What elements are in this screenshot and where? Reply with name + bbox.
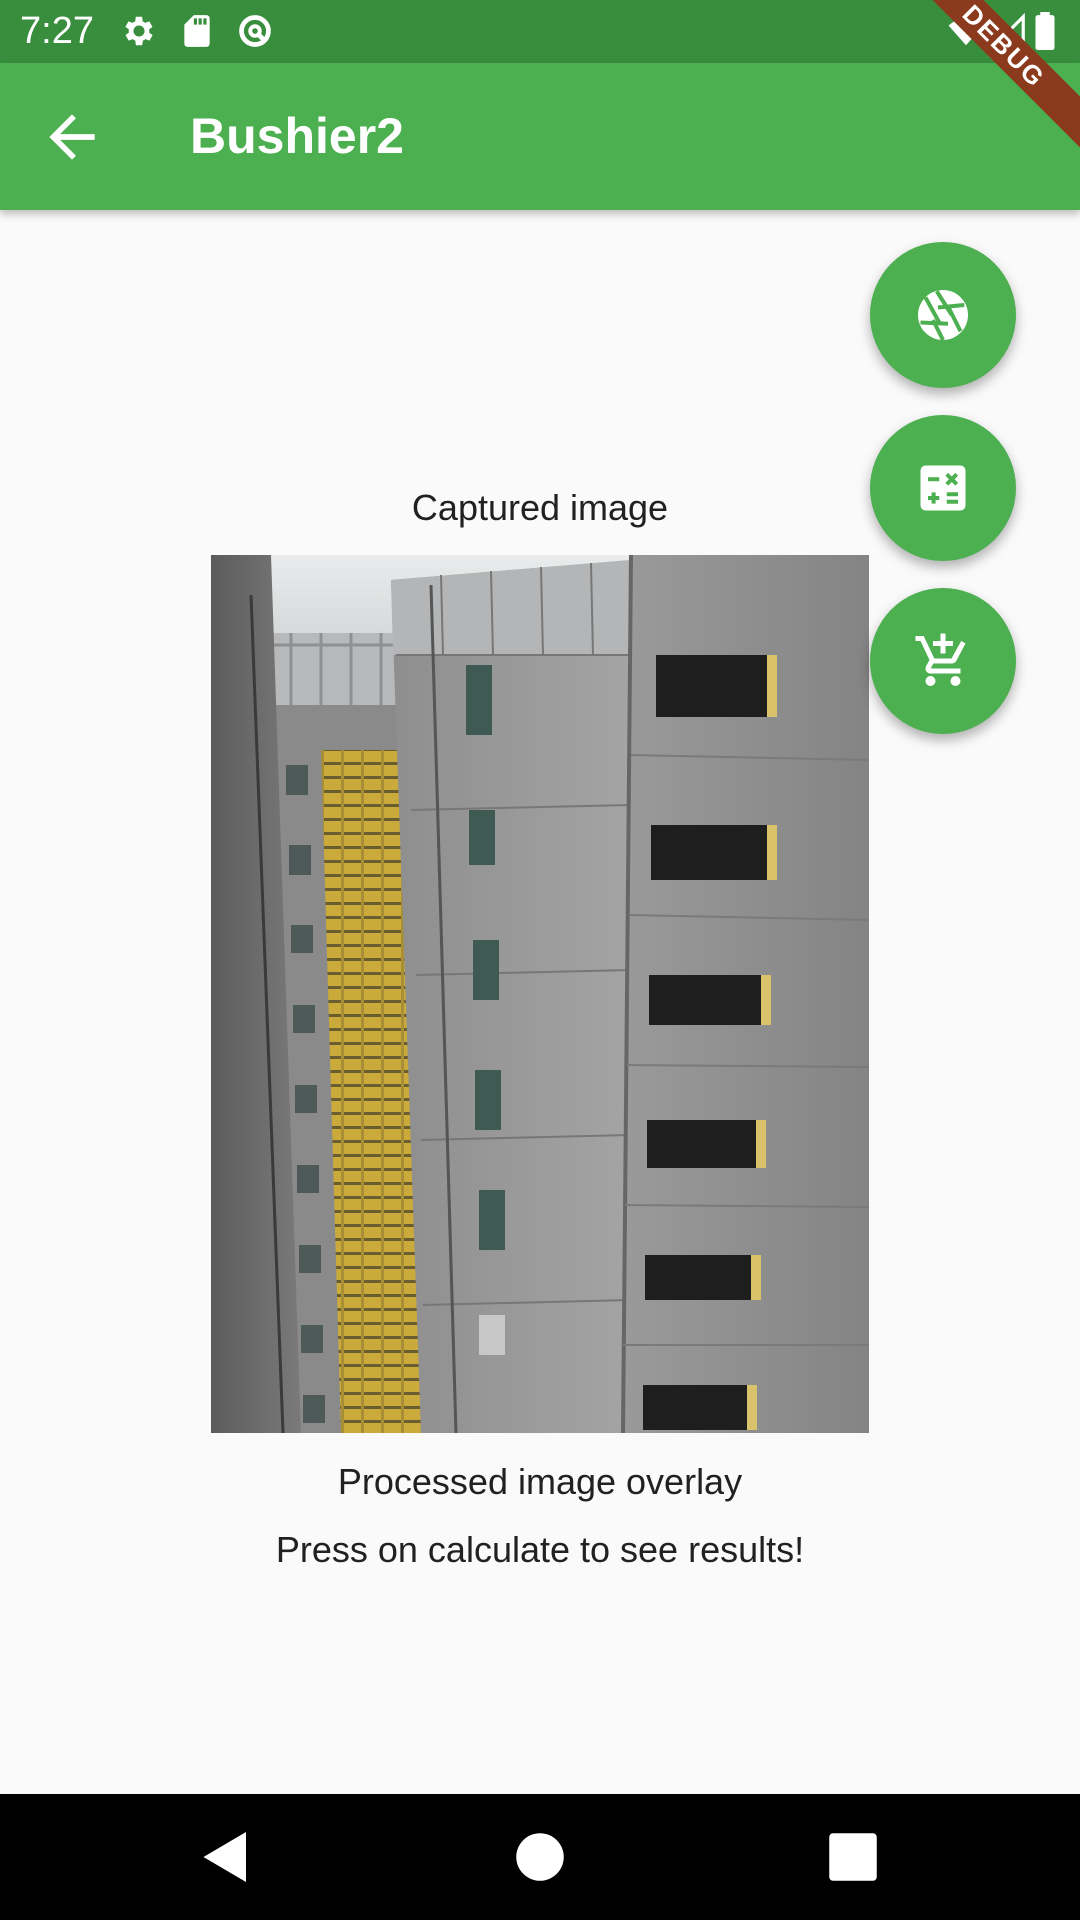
sync-icon [236, 12, 274, 50]
back-triangle-icon[interactable] [196, 1827, 256, 1887]
screen: 7:27 DEBUG Bushier2 Captured image Proce… [0, 0, 1080, 1920]
battery-icon [1030, 12, 1060, 50]
camera-capture-button[interactable] [870, 242, 1016, 388]
page-title: Bushier2 [190, 108, 404, 164]
add-shopping-cart-icon [913, 631, 973, 691]
hint-text: Press on calculate to see results! [275, 1529, 805, 1570]
recents-square-icon[interactable] [823, 1827, 883, 1887]
app-bar: Bushier2 [0, 63, 1080, 210]
back-button[interactable] [38, 103, 106, 171]
arrow-back-icon [49, 114, 95, 160]
processed-image-label: Processed image overlay [337, 1461, 743, 1502]
camera-shutter-icon [913, 285, 973, 345]
add-to-cart-button[interactable] [870, 588, 1016, 734]
sd-card-icon [178, 12, 216, 50]
home-circle-icon[interactable] [510, 1827, 570, 1887]
captured-image [211, 555, 869, 1433]
status-time: 7:27 [20, 10, 94, 52]
calculate-button[interactable] [870, 415, 1016, 561]
settings-icon [120, 12, 158, 50]
status-bar: 7:27 [0, 0, 1080, 63]
calculator-icon [913, 458, 973, 518]
navigation-bar [0, 1794, 1080, 1920]
